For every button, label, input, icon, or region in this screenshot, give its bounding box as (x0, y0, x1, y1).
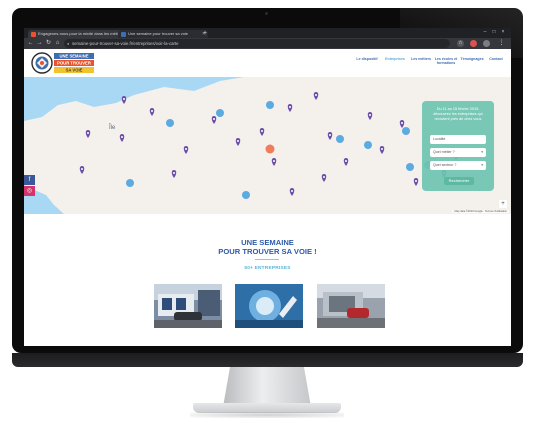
map-cluster-marker[interactable] (126, 179, 134, 187)
nav-item-contact[interactable]: Contact (485, 57, 507, 69)
map-cluster-marker[interactable] (336, 135, 344, 143)
company-map[interactable]: Île f ◎ Du 11 au 15 février 2019, découv… (24, 77, 511, 214)
tab-favicon-icon (31, 32, 36, 37)
panel-title: Du 11 au 15 février 2019, découvrez les … (433, 107, 483, 121)
map-cluster-marker[interactable] (266, 101, 274, 109)
browser-tab[interactable]: Engageons-nous pour la mixité dans les m… (28, 30, 126, 38)
map-pin-dot (291, 190, 293, 192)
select-value: Quel métier ? (433, 150, 455, 154)
map-pin-dot (415, 180, 417, 182)
logo-text-line: UNE SEMAINE (59, 54, 88, 59)
tab-favicon-icon (121, 32, 126, 37)
url-text: semaine-pour-trouver-sa-voie.fr/entrepri… (72, 41, 179, 46)
map-pin-dot (369, 114, 371, 116)
map-place-label: Île (108, 124, 116, 131)
nav-item-dispositif[interactable]: Le dispositif (354, 57, 380, 69)
zoom-button[interactable]: + (499, 200, 507, 208)
select-value: Localité (433, 137, 446, 141)
map-cluster-marker[interactable] (216, 109, 224, 117)
facebook-icon[interactable]: f (24, 175, 35, 185)
company-photo[interactable] (235, 284, 303, 328)
company-photo[interactable] (154, 284, 222, 328)
search-panel: Du 11 au 15 février 2019, découvrez les … (422, 101, 494, 191)
nav-item-ecoles[interactable]: Les écoles et formations (433, 57, 459, 69)
select-value: Quel secteur ? (433, 163, 457, 167)
close-window-button[interactable]: × (500, 29, 506, 36)
back-icon[interactable]: ← (27, 39, 34, 48)
title-divider (255, 259, 279, 260)
address-bar[interactable]: ● semaine-pour-trouver-sa-voie.fr/entrep… (64, 39, 450, 48)
star-icon[interactable]: ☆ (457, 40, 464, 47)
job-select[interactable]: Quel métier ? ▾ (430, 148, 486, 157)
map-pin-dot (401, 122, 403, 124)
search-button[interactable]: Rechercher (444, 177, 474, 185)
sector-select[interactable]: Quel secteur ? ▾ (430, 161, 486, 170)
home-icon[interactable]: ⌂ (54, 39, 61, 48)
lock-icon: ● (67, 41, 70, 46)
site-logo[interactable]: UNE SEMAINE POUR TROUVER SA VOIE (31, 51, 97, 75)
site-header: UNE SEMAINE POUR TROUVER SA VOIE Le disp… (24, 49, 511, 78)
minimize-button[interactable]: – (482, 29, 488, 36)
logo-text-line: SA VOIE (66, 68, 83, 73)
chevron-down-icon: ▾ (481, 163, 483, 167)
section-title-line: POUR TROUVER SA VOIE ! (218, 246, 317, 256)
map-selected-marker[interactable] (265, 144, 275, 154)
map-pin-dot (289, 106, 291, 108)
map-cluster-marker[interactable] (166, 119, 174, 127)
map-cluster-marker[interactable] (406, 163, 414, 171)
map-pin-dot (151, 110, 153, 112)
chevron-down-icon: ▾ (481, 150, 483, 154)
map-pin-dot (173, 172, 175, 174)
map-pin-dot (213, 118, 215, 120)
stand-shadow (190, 412, 344, 418)
map-cluster-marker[interactable] (402, 127, 410, 135)
map-pin-dot (323, 176, 325, 178)
map-pin-dot (123, 98, 125, 100)
browser-toolbar: ← → ↻ ⌂ ● semaine-pour-trouver-sa-voie.f… (24, 38, 511, 49)
monitor-chin (12, 353, 523, 367)
new-tab-button[interactable]: + (201, 30, 209, 38)
map-pin-dot (185, 148, 187, 150)
menu-icon[interactable]: ⋮ (498, 39, 505, 48)
map-pin-dot (315, 94, 317, 96)
map-pin-dot (381, 148, 383, 150)
instagram-icon[interactable]: ◎ (24, 186, 35, 196)
nav-item-temoignages[interactable]: Témoignages (459, 57, 485, 69)
reload-icon[interactable]: ↻ (45, 39, 52, 48)
map-attribution[interactable]: Map data ©2019 Google · Termes d'utilisa… (452, 210, 509, 213)
map-pin-dot (273, 160, 275, 162)
map-cluster-marker[interactable] (364, 141, 372, 149)
map-cluster-marker[interactable] (242, 191, 250, 199)
map-pin-dot (261, 130, 263, 132)
map-pin-dot (121, 136, 123, 138)
screen: Engageons-nous pour la mixité dans les m… (24, 28, 511, 346)
company-photo[interactable] (317, 284, 385, 328)
map-pin-dot (329, 134, 331, 136)
maximize-button[interactable]: □ (491, 29, 497, 36)
forward-icon[interactable]: → (36, 39, 43, 48)
extension-icon[interactable] (470, 40, 477, 47)
browser-tab[interactable]: Une semaine pour trouver sa voie × (118, 30, 208, 38)
location-select[interactable]: Localité (430, 135, 486, 144)
browser-tab-bar: Engageons-nous pour la mixité dans les m… (24, 28, 511, 38)
webcam (265, 12, 268, 15)
profile-avatar[interactable] (483, 40, 490, 47)
map-pin-dot (87, 132, 89, 134)
section-subtitle: 50+ ENTREPRISES (244, 266, 291, 271)
map-pin-dot (237, 140, 239, 142)
tab-title: Engageons-nous pour la mixité dans les m… (38, 31, 124, 36)
section-title: UNE SEMAINE POUR TROUVER SA VOIE ! (24, 238, 511, 256)
nav-item-entreprises[interactable]: Entreprises (381, 57, 409, 69)
monitor-stand-neck (223, 367, 311, 407)
tab-title: Une semaine pour trouver sa voie (128, 31, 189, 36)
map-pin-dot (345, 160, 347, 162)
nav-item-metiers[interactable]: Les métiers (409, 57, 433, 69)
logo-text-line: POUR TROUVER (57, 61, 91, 66)
map-pin-dot (81, 168, 83, 170)
